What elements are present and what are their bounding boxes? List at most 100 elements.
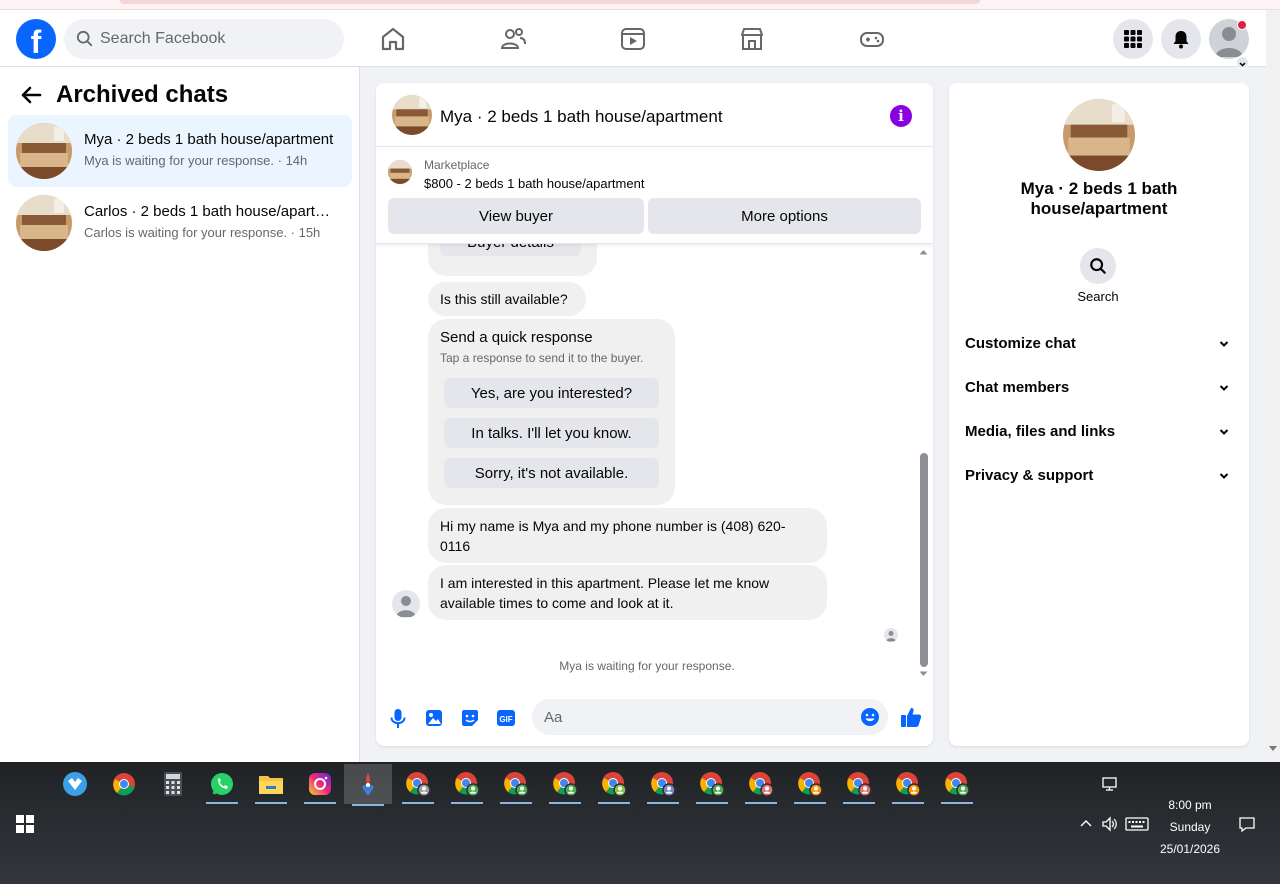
taskbar-chrome-profile[interactable]: [935, 766, 979, 804]
photo-icon[interactable]: [423, 707, 445, 729]
chat-item-mya[interactable]: Mya · 2 beds 1 bath house/apartment Mya …: [8, 115, 352, 187]
search-box[interactable]: [64, 19, 344, 59]
quick-reply-button[interactable]: In talks. I'll let you know.: [444, 418, 659, 448]
chrome-icon: [945, 772, 970, 797]
view-buyer-button[interactable]: View buyer: [388, 198, 644, 234]
browser-tab-strip: [120, 0, 980, 4]
taskbar-app[interactable]: [53, 766, 97, 802]
running-indicator: [598, 802, 630, 804]
section-media-files-links[interactable]: Media, files and links: [957, 410, 1241, 454]
taskbar-chrome-profile[interactable]: [494, 766, 538, 804]
menu-button[interactable]: [1113, 19, 1153, 59]
message-bubble: Is this still available?: [428, 282, 586, 316]
whatsapp-icon: [211, 773, 233, 795]
message-scrollbar[interactable]: [919, 250, 928, 678]
message-bubble: I am interested in this apartment. Pleas…: [428, 565, 827, 620]
scroll-up-icon[interactable]: [919, 249, 928, 255]
network-display-icon[interactable]: [1101, 775, 1119, 793]
quick-reply-button[interactable]: Yes, are you interested?: [444, 378, 659, 408]
marketplace-label: Marketplace: [424, 158, 490, 172]
listing-thumbnail[interactable]: [392, 95, 432, 135]
chevron-down-icon: [1219, 473, 1229, 479]
message-input[interactable]: [544, 699, 844, 735]
scrollbar-thumb[interactable]: [920, 453, 928, 667]
archived-chats-sidebar: Archived chats Mya · 2 beds 1 bath house…: [0, 67, 360, 762]
more-options-button[interactable]: More options: [648, 198, 921, 234]
chrome-icon: [896, 772, 921, 797]
taskbar-chrome-profile[interactable]: [396, 766, 440, 804]
chat-item-carlos[interactable]: Carlos · 2 beds 1 bath house/apartment C…: [8, 187, 352, 259]
running-indicator: [451, 802, 483, 804]
message-list: Buyer details Is this still available? S…: [376, 244, 933, 684]
emoji-icon[interactable]: [860, 707, 880, 727]
account-chevron-icon[interactable]: [1236, 56, 1249, 69]
friends-icon[interactable]: [499, 25, 527, 53]
taskbar-chrome-profile[interactable]: [592, 766, 636, 804]
taskbar-chrome-profile[interactable]: [788, 766, 832, 804]
running-indicator: [352, 804, 384, 806]
chrome-icon: [847, 772, 872, 797]
section-chat-members[interactable]: Chat members: [957, 366, 1241, 410]
thumbs-up-icon[interactable]: [899, 705, 923, 729]
marketplace-icon[interactable]: [738, 25, 766, 53]
page-title: Archived chats: [56, 81, 229, 108]
taskbar-app[interactable]: [200, 766, 244, 804]
page-scrollbar[interactable]: [1266, 10, 1280, 762]
listing-thumbnail: [1063, 99, 1135, 171]
taskbar-chrome-profile[interactable]: [886, 766, 930, 804]
volume-icon[interactable]: [1101, 815, 1119, 833]
quick-reply-button[interactable]: Sorry, it's not available.: [444, 458, 659, 488]
microphone-icon[interactable]: [387, 707, 409, 729]
system-clock[interactable]: 8:00 pm Sunday 25/01/2026: [1150, 794, 1230, 860]
scroll-down-icon[interactable]: [919, 671, 928, 677]
notifications-button[interactable]: [1161, 19, 1201, 59]
taskbar-app[interactable]: [249, 766, 293, 804]
chevron-up-icon[interactable]: [1077, 815, 1095, 833]
gaming-icon[interactable]: [858, 25, 886, 53]
running-indicator: [892, 802, 924, 804]
info-icon[interactable]: i: [890, 105, 912, 127]
section-privacy-support[interactable]: Privacy & support: [957, 454, 1241, 498]
keyboard-icon[interactable]: [1125, 815, 1149, 833]
taskbar-chrome-profile[interactable]: [690, 766, 734, 804]
running-indicator: [402, 802, 434, 804]
listing-thumbnail: [16, 123, 72, 179]
section-label: Media, files and links: [965, 423, 1116, 440]
windows-start-icon[interactable]: [16, 815, 34, 833]
facebook-logo-letter: f: [30, 24, 42, 59]
section-customize-chat[interactable]: Customize chat: [957, 322, 1241, 366]
grid-menu-icon: [1124, 30, 1142, 48]
taskbar-chrome-profile[interactable]: [641, 766, 685, 804]
listing-title[interactable]: $800 - 2 beds 1 bath house/apartment: [424, 176, 644, 191]
video-icon[interactable]: [619, 25, 647, 53]
message-input-box[interactable]: [532, 699, 888, 735]
sender-avatar[interactable]: [392, 590, 420, 618]
sticker-icon[interactable]: [459, 707, 481, 729]
facebook-logo[interactable]: f: [16, 19, 56, 59]
taskbar-app-active[interactable]: [344, 764, 392, 806]
browser-strip: [0, 0, 1280, 10]
chrome-icon: [113, 773, 135, 796]
scroll-down-icon[interactable]: [1269, 746, 1277, 752]
taskbar-chrome-profile[interactable]: [739, 766, 783, 804]
chevron-down-icon: [1219, 385, 1229, 391]
search-icon: [76, 30, 93, 47]
chrome-icon: [455, 772, 480, 797]
message-bubble: Hi my name is Mya and my phone number is…: [428, 508, 827, 563]
taskbar-app[interactable]: [102, 766, 146, 802]
gif-icon[interactable]: GIF: [495, 707, 517, 729]
taskbar-chrome-profile[interactable]: [543, 766, 587, 804]
back-arrow-icon[interactable]: [20, 84, 42, 106]
taskbar-app[interactable]: [151, 766, 195, 802]
search-in-chat-button[interactable]: [1080, 248, 1116, 284]
home-icon[interactable]: [379, 25, 407, 53]
taskbar-chrome-profile[interactable]: [445, 766, 489, 804]
conversation-title[interactable]: Mya · 2 beds 1 bath house/apartment: [440, 107, 723, 127]
action-center-icon[interactable]: [1238, 815, 1256, 833]
chevron-down-icon: [1239, 62, 1246, 67]
search-input[interactable]: [100, 19, 330, 59]
taskbar-chrome-profile[interactable]: [837, 766, 881, 804]
buyer-details-button[interactable]: Buyer details: [440, 244, 581, 256]
taskbar-app[interactable]: [298, 766, 342, 804]
paint-icon: [362, 773, 374, 795]
